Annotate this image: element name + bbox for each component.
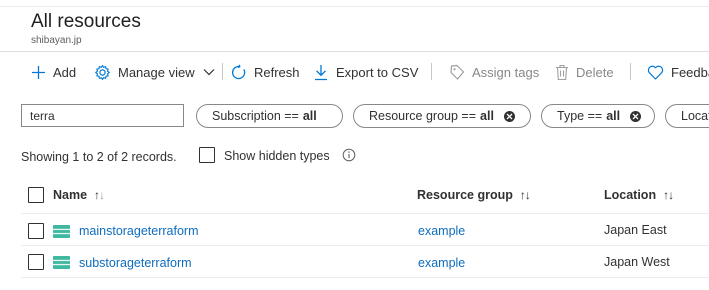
show-hidden-types-checkbox[interactable]: [199, 147, 215, 163]
sort-icon: ↑↓: [519, 188, 531, 202]
row-divider: [21, 213, 709, 214]
assign-tags-button[interactable]: Assign tags: [449, 57, 539, 87]
page-subtitle: shibayan.jp: [31, 35, 82, 46]
location-cell: Japan West: [604, 255, 670, 269]
resource-name-link[interactable]: mainstorageterraform: [79, 224, 199, 238]
download-icon: [315, 64, 327, 80]
subscription-filter-pill[interactable]: Subscription == all: [196, 104, 343, 128]
resource-name-link[interactable]: substorageterraform: [79, 256, 192, 270]
location-cell: Japan East: [604, 223, 667, 237]
resource-group-link[interactable]: example: [418, 256, 465, 270]
row-divider: [21, 245, 709, 246]
select-all-checkbox[interactable]: [28, 187, 44, 203]
toolbar-separator: [222, 63, 223, 80]
plus-icon: [32, 65, 45, 79]
assign-tags-label: Assign tags: [472, 64, 540, 80]
filter-search-input[interactable]: terra: [21, 104, 184, 127]
refresh-label: Refresh: [254, 64, 300, 80]
type-filter-pill[interactable]: Type == all: [541, 104, 655, 128]
tag-icon: [450, 64, 465, 80]
row-divider: [21, 277, 709, 278]
location-filter-pill[interactable]: Locat: [665, 104, 709, 128]
column-header-location-label: Location: [604, 188, 657, 202]
command-bar: Add Manage view Refresh Export to CSV As…: [0, 57, 709, 87]
resource-group-filter-label: Resource group ==: [369, 109, 477, 123]
all-resources-page: All resources shibayan.jp Add Manage vie…: [0, 0, 709, 290]
column-header-name[interactable]: Name ↑↓: [53, 188, 105, 202]
sort-icon: ↑↓: [663, 188, 674, 202]
toolbar-separator: [431, 63, 432, 80]
gear-icon: [95, 64, 110, 80]
show-hidden-types-label: Show hidden types: [224, 149, 330, 163]
manage-view-label: Manage view: [118, 64, 195, 80]
export-csv-button[interactable]: Export to CSV: [313, 57, 418, 87]
row-checkbox[interactable]: [28, 254, 44, 270]
delete-button[interactable]: Delete: [555, 57, 614, 87]
feedback-button[interactable]: Feedba: [647, 57, 709, 87]
subscription-filter-value: all: [302, 109, 317, 123]
column-header-resource-group-label: Resource group: [417, 188, 513, 202]
chevron-down-icon: [203, 69, 215, 76]
remove-filter-icon[interactable]: [503, 110, 515, 122]
trash-icon: [556, 64, 568, 80]
storage-account-icon: [53, 256, 70, 269]
refresh-button[interactable]: Refresh: [230, 57, 300, 87]
resource-group-filter-value: all: [480, 109, 494, 123]
export-csv-label: Export to CSV: [336, 64, 419, 80]
heart-icon: [647, 65, 664, 80]
refresh-icon: [231, 64, 246, 79]
storage-account-icon: [53, 225, 70, 238]
sort-icon: ↑↓: [94, 188, 105, 202]
column-header-name-label: Name: [53, 188, 88, 202]
info-icon[interactable]: [342, 148, 356, 162]
location-filter-label: Locat: [681, 109, 709, 123]
resource-group-filter-pill[interactable]: Resource group == all: [353, 104, 531, 128]
column-header-location[interactable]: Location ↑↓: [604, 188, 674, 202]
feedback-label: Feedba: [671, 64, 709, 80]
add-button-label: Add: [53, 64, 77, 80]
subscription-filter-label: Subscription ==: [212, 109, 299, 123]
toolbar-separator: [630, 63, 631, 80]
type-filter-label: Type ==: [557, 109, 603, 123]
column-header-resource-group[interactable]: Resource group ↑↓: [417, 188, 531, 202]
resource-group-link[interactable]: example: [418, 224, 465, 238]
page-title: All resources: [31, 11, 141, 32]
type-filter-value: all: [606, 109, 621, 123]
delete-label: Delete: [576, 64, 614, 80]
records-count: Showing 1 to 2 of 2 records.: [21, 150, 177, 164]
add-button[interactable]: Add: [31, 57, 76, 87]
row-checkbox[interactable]: [28, 223, 44, 239]
top-divider: [0, 6, 709, 7]
remove-filter-icon[interactable]: [630, 110, 642, 122]
filter-search-value: terra: [30, 109, 55, 123]
header-divider: [0, 51, 709, 52]
manage-view-button[interactable]: Manage view: [94, 57, 215, 87]
